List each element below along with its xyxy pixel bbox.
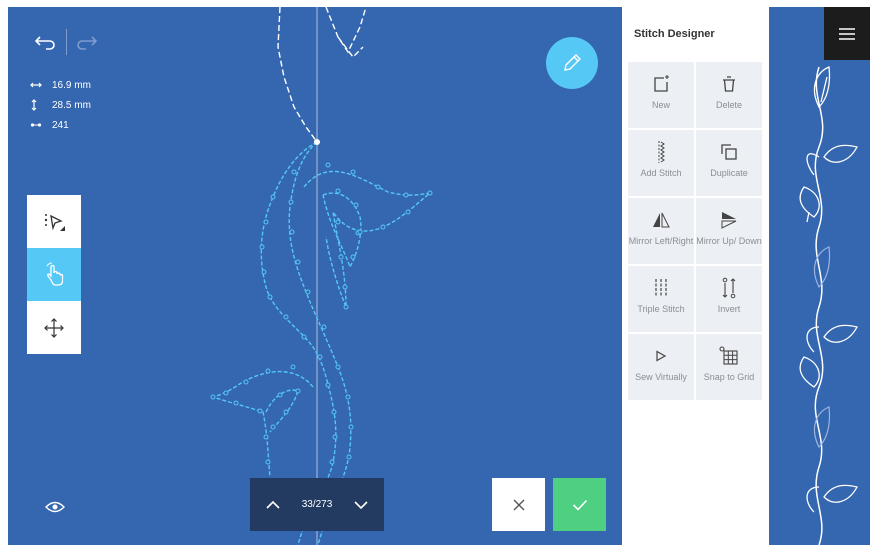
tool-grid: New Delete Add Stitch Duplicate Mirror L… [628, 62, 762, 400]
invert-label: Invert [717, 304, 741, 314]
select-arrow-icon [44, 213, 65, 231]
triple-stitch-button[interactable]: Triple Stitch [628, 266, 694, 332]
duplicate-button[interactable]: Duplicate [696, 130, 762, 196]
check-icon [572, 499, 587, 511]
snap-to-grid-button[interactable]: Snap to Grid [696, 334, 762, 400]
delete-label: Delete [715, 100, 742, 110]
sew-virtually-button[interactable]: Sew Virtually [628, 334, 694, 400]
panel-title: Stitch Designer [634, 28, 715, 40]
select-tool[interactable] [27, 195, 81, 248]
redo-icon [77, 36, 98, 50]
mirror-up-down-icon [721, 212, 737, 229]
move-arrows-icon [44, 317, 64, 338]
chevron-down-icon [354, 500, 368, 509]
chevron-up-icon [266, 500, 280, 509]
main-menu-button[interactable] [824, 7, 870, 60]
confirm-button[interactable] [553, 478, 606, 531]
touch-tool[interactable] [27, 248, 81, 301]
current-stitch-marker [314, 139, 320, 145]
stitch-count-value: 241 [52, 119, 69, 131]
edit-pencil-button[interactable] [546, 37, 598, 89]
previous-stitch-path [277, 7, 318, 143]
snap-grid-icon [719, 346, 738, 365]
add-stitch-label: Add Stitch [640, 168, 682, 178]
width-icon [30, 81, 52, 89]
invert-button[interactable]: Invert [696, 266, 762, 332]
close-icon [513, 499, 524, 510]
height-value: 28.5 mm [52, 99, 91, 111]
mirror-up-down-label: Mirror Up/ Down [696, 236, 762, 246]
stitch-preview [799, 66, 858, 545]
width-value: 16.9 mm [52, 79, 91, 91]
hamburger-menu-icon [839, 27, 855, 40]
move-tool[interactable] [27, 301, 81, 354]
mirror-left-right-label: Mirror Left/Right [628, 236, 694, 246]
new-button[interactable]: New [628, 62, 694, 128]
sew-virtually-label: Sew Virtually [635, 372, 687, 382]
triple-stitch-icon [655, 279, 667, 297]
tool-panel [27, 195, 81, 354]
new-icon [654, 75, 669, 92]
pencil-icon [564, 54, 581, 71]
invert-icon [722, 277, 736, 299]
stitch-counter: 33/273 [301, 499, 333, 510]
undo-icon [34, 36, 55, 50]
stitch-count-row: 241 [30, 115, 91, 135]
next-stitch-button[interactable] [350, 494, 372, 516]
design-preview-strip [769, 7, 870, 545]
stitch-designer-panel: Stitch Designer New Delete Add Stitch Du… [622, 7, 769, 545]
eye-icon [45, 501, 65, 513]
mirror-left-right-button[interactable]: Mirror Left/Right [628, 198, 694, 264]
new-label: New [651, 100, 670, 110]
preview-visibility-button[interactable] [42, 494, 68, 520]
design-canvas[interactable]: 16.9 mm 28.5 mm 241 33/273 [8, 7, 622, 545]
duplicate-icon [721, 144, 737, 160]
add-stitch-button[interactable]: Add Stitch [628, 130, 694, 196]
previous-leaf-path [325, 7, 367, 59]
stitch-design [210, 7, 433, 545]
width-row: 16.9 mm [30, 75, 91, 95]
trash-icon [723, 76, 735, 92]
stitch-points [210, 162, 433, 515]
delete-button[interactable]: Delete [696, 62, 762, 128]
snap-to-grid-label: Snap to Grid [703, 372, 755, 382]
height-icon [30, 99, 52, 111]
cancel-button[interactable] [492, 478, 545, 531]
add-stitch-icon [658, 141, 665, 163]
undo-button[interactable] [30, 27, 60, 57]
previous-stitch-button[interactable] [262, 494, 284, 516]
undo-redo-divider [66, 29, 67, 55]
hand-pointer-icon [46, 262, 64, 286]
height-row: 28.5 mm [30, 95, 91, 115]
design-info: 16.9 mm 28.5 mm 241 [30, 75, 91, 135]
mirror-up-down-button[interactable]: Mirror Up/ Down [696, 198, 762, 264]
stitch-count-icon [30, 121, 52, 129]
duplicate-label: Duplicate [710, 168, 748, 178]
mirror-left-right-icon [653, 212, 670, 228]
play-icon [656, 350, 667, 362]
stitch-navigator: 33/273 [250, 478, 384, 531]
triple-stitch-label: Triple Stitch [637, 304, 685, 314]
redo-button[interactable] [72, 27, 102, 57]
